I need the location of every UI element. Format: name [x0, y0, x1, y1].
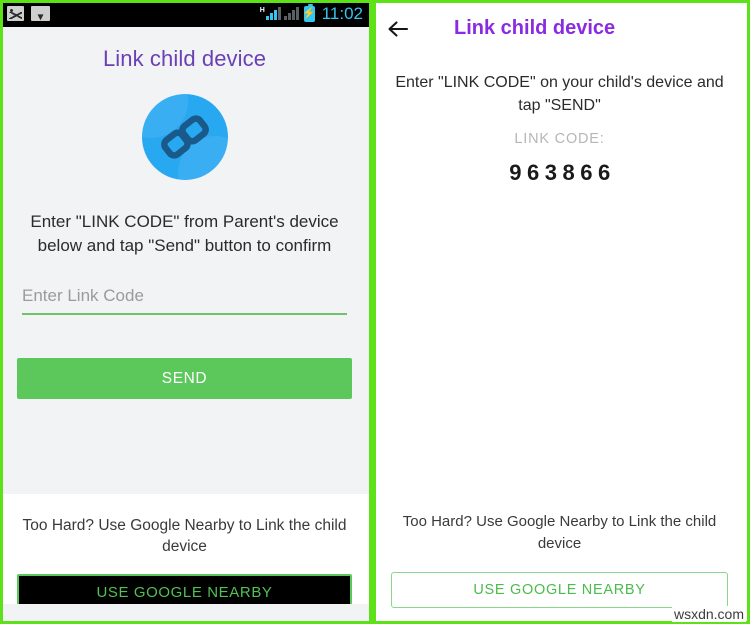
screenshot-root: ▾ H ⚡ 11:02 Link child device Enter "LIN…: [0, 0, 750, 624]
send-button[interactable]: SEND: [17, 358, 352, 400]
left-page-title: Link child device: [102, 46, 267, 71]
battery-charging-icon: ⚡: [302, 3, 316, 22]
left-nearby-prompt: Too Hard? Use Google Nearby to Link the …: [22, 517, 347, 556]
status-bar-right-icons: H ⚡ 11:02: [260, 3, 363, 24]
image-icon: [7, 6, 24, 21]
back-arrow-icon[interactable]: [385, 16, 411, 42]
network-type-label: H: [259, 7, 265, 14]
left-nearby-section: Too Hard? Use Google Nearby to Link the …: [0, 494, 369, 612]
left-bottom-strip: [0, 604, 369, 624]
link-code-field-wrapper[interactable]: [22, 286, 347, 316]
right-instruction-text: Enter "LINK CODE" on your child's device…: [395, 74, 724, 115]
left-device-panel: ▾ H ⚡ 11:02 Link child device Enter "LIN…: [0, 0, 369, 624]
right-app-bar: Link child device: [369, 0, 750, 57]
right-page-title: Link child device: [454, 17, 616, 39]
watermark: wsxdn.com: [671, 606, 746, 622]
signal-secondary-icon: [283, 7, 299, 20]
status-bar-left-icons: ▾: [7, 6, 50, 22]
android-status-bar: ▾ H ⚡ 11:02: [0, 0, 369, 27]
link-code-value: 963866: [509, 160, 616, 186]
status-bar-clock: 11:02: [321, 3, 363, 23]
link-code-input[interactable]: [22, 286, 347, 307]
chain-link-icon: [141, 94, 228, 180]
link-code-label: LINK CODE:: [514, 131, 605, 148]
right-device-panel: Link child device Enter "LINK CODE" on y…: [369, 0, 750, 624]
use-google-nearby-button-outline[interactable]: USE GOOGLE NEARBY: [391, 572, 728, 608]
left-panel-body: Link child device Enter "LINK CODE" from…: [0, 27, 369, 624]
right-nearby-prompt: Too Hard? Use Google Nearby to Link the …: [402, 513, 717, 552]
wifi-icon: ▾: [31, 6, 50, 22]
signal-icon: H: [260, 7, 281, 20]
hero-icon-container: [0, 94, 369, 180]
left-instruction-text: Enter "LINK CODE" from Parent's device b…: [30, 212, 339, 256]
